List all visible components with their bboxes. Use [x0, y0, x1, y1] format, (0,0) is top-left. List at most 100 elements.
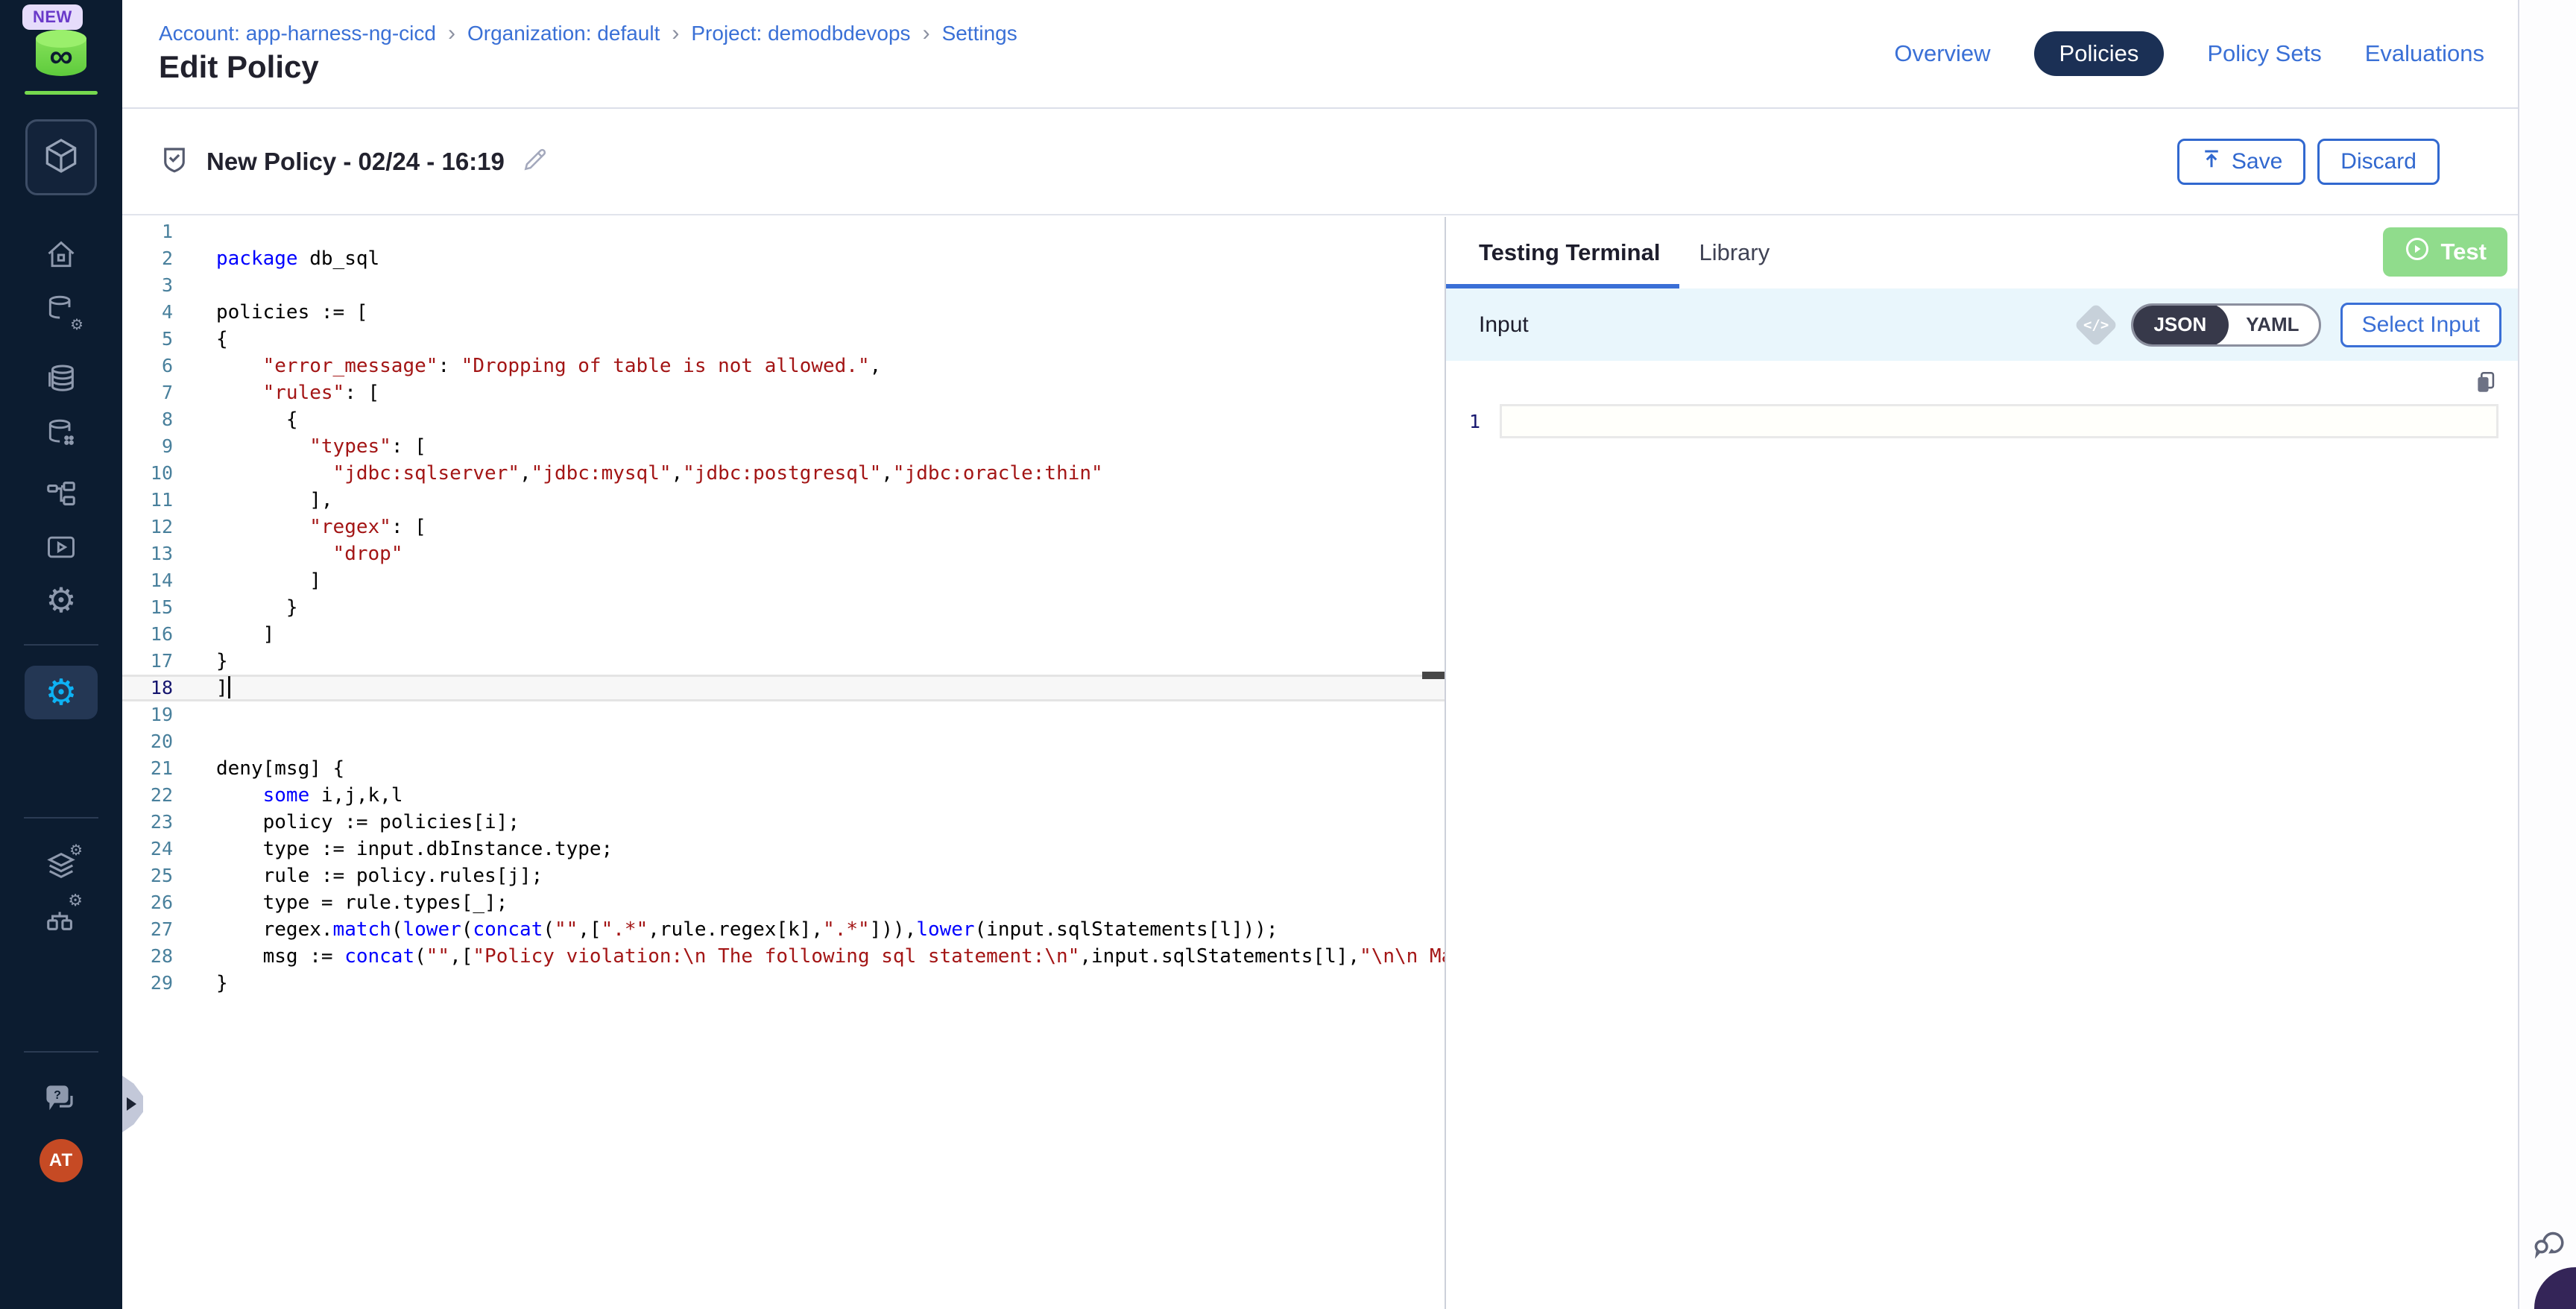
code-line-21[interactable]: 21deny[msg] {	[122, 755, 1445, 782]
line-number: 25	[122, 862, 179, 889]
code-line-8[interactable]: 8 {	[122, 406, 1445, 433]
code-line-13[interactable]: 13 "drop"	[122, 540, 1445, 567]
sidebar-item-settings-active[interactable]: ⚙	[25, 666, 98, 719]
sidebar-item-home[interactable]	[0, 239, 122, 275]
code-line-4[interactable]: 4policies := [	[122, 299, 1445, 326]
chat-bubbles-icon[interactable]	[2530, 1223, 2567, 1264]
code-line-12[interactable]: 12 "regex": [	[122, 514, 1445, 540]
copy-icon[interactable]	[2473, 370, 2498, 400]
breadcrumb-separator: ›	[923, 21, 930, 46]
play-circle-icon	[2404, 236, 2431, 268]
nav-item-policies[interactable]: Policies	[2034, 31, 2165, 76]
code-line-9[interactable]: 9 "types": [	[122, 433, 1445, 460]
code-line-1[interactable]: 1	[122, 218, 1445, 245]
code-line-29[interactable]: 29}	[122, 970, 1445, 997]
top-nav: Overview Policies Policy Sets Evaluations	[1894, 31, 2484, 76]
expand-arrow-icon	[127, 1097, 136, 1111]
test-button[interactable]: Test	[2383, 227, 2507, 277]
code-line-2[interactable]: 2package db_sql	[122, 245, 1445, 272]
new-badge: NEW	[22, 4, 83, 30]
code-line-17[interactable]: 17}	[122, 648, 1445, 675]
code-line-26[interactable]: 26 type = rule.types[_];	[122, 889, 1445, 916]
code-line-20[interactable]: 20	[122, 728, 1445, 755]
input-line-content[interactable]	[1500, 404, 2498, 438]
code-line-28[interactable]: 28 msg := concat("",["Policy violation:\…	[122, 943, 1445, 970]
input-row: Input </> JSONYAML Select Input	[1446, 288, 2518, 361]
code-line-24[interactable]: 24 type := input.dbInstance.type;	[122, 836, 1445, 862]
sidebar-item-configuration[interactable]: ⚙	[0, 583, 122, 617]
discard-button[interactable]: Discard	[2317, 139, 2440, 185]
code-line-14[interactable]: 14 ]	[122, 567, 1445, 594]
save-button[interactable]: Save	[2177, 139, 2305, 185]
code-line-19[interactable]: 19	[122, 701, 1445, 728]
tab-library[interactable]: Library	[1679, 217, 1789, 288]
code-line-11[interactable]: 11 ],	[122, 487, 1445, 514]
code-text: }	[179, 594, 1445, 621]
nav-item-evaluations[interactable]: Evaluations	[2365, 31, 2484, 76]
line-number: 11	[122, 487, 179, 514]
user-avatar[interactable]: AT	[40, 1139, 83, 1182]
code-line-15[interactable]: 15 }	[122, 594, 1445, 621]
policy-code-editor[interactable]: 12package db_sql34policies := [5{6 "erro…	[122, 217, 1446, 1309]
code-text: rule := policy.rules[j];	[179, 862, 1445, 889]
code-line-10[interactable]: 10 "jdbc:sqlserver","jdbc:mysql","jdbc:p…	[122, 460, 1445, 487]
input-editor[interactable]: 1	[1446, 361, 2518, 440]
logo-divider	[25, 91, 98, 95]
select-input-button[interactable]: Select Input	[2340, 303, 2501, 347]
sidebar-item-module-cube[interactable]	[25, 119, 97, 195]
sidebar-item-database-stack[interactable]	[0, 362, 122, 400]
format-option-yaml[interactable]: YAML	[2226, 303, 2318, 347]
nav-item-overview[interactable]: Overview	[1894, 31, 1990, 76]
tab-testing-terminal[interactable]: Testing Terminal	[1446, 217, 1679, 288]
db-devops-logo-icon[interactable]: ∞	[36, 30, 86, 76]
sidebar-item-database-settings[interactable]: ⚙	[0, 292, 122, 329]
sidebar-item-executions[interactable]	[0, 531, 122, 567]
sidebar: NEW ∞ ⚙	[0, 0, 122, 1309]
cube-icon	[40, 135, 82, 180]
sidebar-item-pipelines[interactable]	[0, 477, 122, 515]
line-number: 8	[122, 406, 179, 433]
line-number: 12	[122, 514, 179, 540]
code-line-18[interactable]: 18]	[122, 675, 1445, 701]
line-number: 18	[122, 675, 179, 701]
code-line-22[interactable]: 22 some i,j,k,l	[122, 782, 1445, 809]
testing-panel: Testing TerminalLibrary Test Input </> J…	[1446, 217, 2518, 1309]
video-play-icon	[45, 531, 78, 567]
code-text: "jdbc:sqlserver","jdbc:mysql","jdbc:post…	[179, 460, 1445, 487]
code-line-3[interactable]: 3	[122, 272, 1445, 299]
code-text: ]	[179, 675, 1445, 701]
edit-pencil-icon[interactable]	[521, 145, 549, 177]
code-line-23[interactable]: 23 policy := policies[i];	[122, 809, 1445, 836]
line-number: 10	[122, 460, 179, 487]
nav-item-policy-sets[interactable]: Policy Sets	[2207, 31, 2321, 76]
code-text: "drop"	[179, 540, 1445, 567]
code-line-7[interactable]: 7 "rules": [	[122, 379, 1445, 406]
input-line-1[interactable]: 1	[1446, 403, 2518, 440]
chat-widget-corner[interactable]	[2534, 1267, 2576, 1309]
code-line-16[interactable]: 16 ]	[122, 621, 1445, 648]
sidebar-item-infrastructure[interactable]: ⚙	[0, 900, 122, 939]
testing-panel-tabs: Testing TerminalLibrary	[1446, 217, 2518, 288]
code-text: ],	[179, 487, 1445, 514]
database-dots-icon	[45, 416, 78, 452]
code-text	[179, 701, 1445, 728]
format-option-json[interactable]: JSON	[2131, 303, 2229, 347]
code-text: ]	[179, 567, 1445, 594]
sidebar-item-database-instances[interactable]	[0, 416, 122, 452]
code-line-27[interactable]: 27 regex.match(lower(concat("",[".*",rul…	[122, 916, 1445, 943]
breadcrumb-link[interactable]: Account: app-harness-ng-cicd	[159, 22, 436, 45]
code-text: deny[msg] {	[179, 755, 1445, 782]
code-line-5[interactable]: 5{	[122, 326, 1445, 353]
breadcrumb-link[interactable]: Settings	[942, 22, 1017, 45]
breadcrumb-link[interactable]: Organization: default	[467, 22, 660, 45]
code-line-6[interactable]: 6 "error_message": "Dropping of table is…	[122, 353, 1445, 379]
line-number: 19	[122, 701, 179, 728]
line-number: 22	[122, 782, 179, 809]
gear-icon: ⚙	[45, 583, 76, 617]
code-text: msg := concat("",["Policy violation:\n T…	[179, 943, 1445, 970]
sidebar-item-policies[interactable]: ⚙	[0, 848, 122, 886]
code-line-25[interactable]: 25 rule := policy.rules[j];	[122, 862, 1445, 889]
breadcrumb-link[interactable]: Project: demodbdevops	[691, 22, 910, 45]
sidebar-item-help[interactable]: ?	[0, 1081, 122, 1120]
page-title: Edit Policy	[159, 49, 319, 85]
